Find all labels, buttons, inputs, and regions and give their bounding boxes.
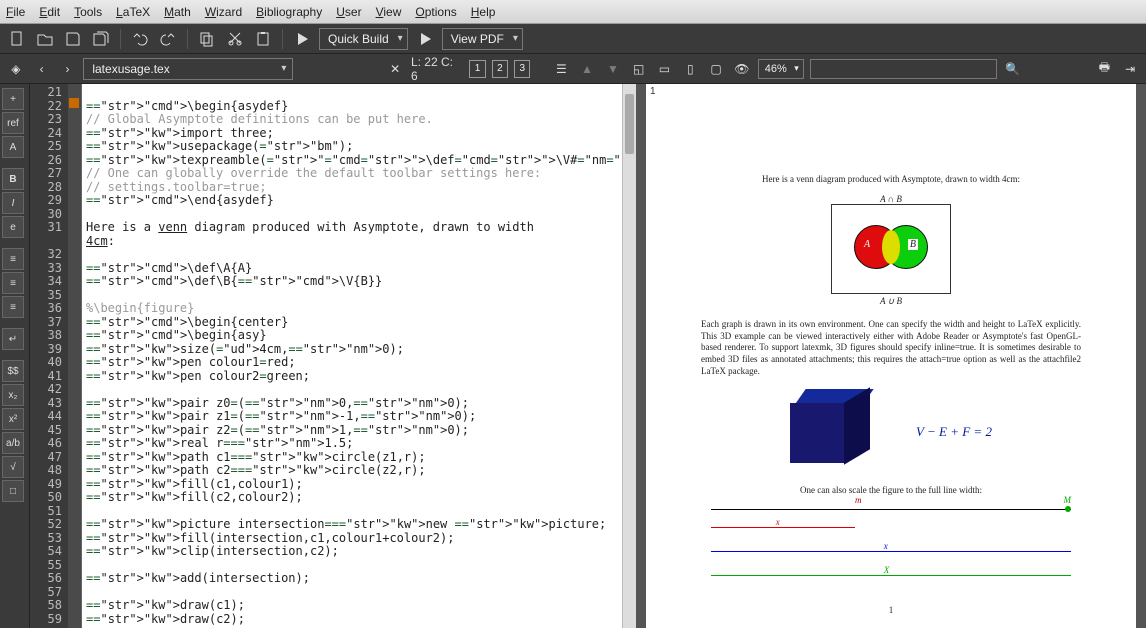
part-button[interactable]: + xyxy=(2,88,24,110)
arrow-black: m M xyxy=(711,501,1071,519)
fitpage-icon[interactable]: ▯ xyxy=(680,58,700,80)
actual-icon[interactable]: ▢ xyxy=(706,58,726,80)
menu-math[interactable]: Math xyxy=(164,5,191,19)
paste-icon[interactable] xyxy=(252,28,274,50)
bookmark-icon[interactable]: ◈ xyxy=(6,58,26,80)
venn-diagram: A B xyxy=(831,204,951,294)
menu-file[interactable]: File xyxy=(6,5,25,19)
center-button[interactable]: ≡ xyxy=(2,272,24,294)
next-icon[interactable]: › xyxy=(58,58,78,80)
format-sidebar: + ref A B I e ≡ ≡ ≡ ↵ $$ x₂ x² a/b √ □ xyxy=(0,84,30,628)
right-align-button[interactable]: ≡ xyxy=(2,296,24,318)
page2-button[interactable]: 2 xyxy=(492,60,508,78)
arrow-green: X xyxy=(711,567,1071,585)
save-all-icon[interactable] xyxy=(90,28,112,50)
code-area[interactable]: =="str">"cmd">\begin{asydef}// Global As… xyxy=(82,84,622,628)
arrow-red: x xyxy=(711,519,1071,537)
copy-icon[interactable] xyxy=(196,28,218,50)
venn-top-label: A ∩ B xyxy=(701,194,1081,204)
redo-icon[interactable] xyxy=(157,28,179,50)
search-icon[interactable]: 🔍 xyxy=(1003,58,1023,80)
open-file-icon[interactable] xyxy=(34,28,56,50)
sup-button[interactable]: x² xyxy=(2,408,24,430)
navigation-bar: ◈ ‹ › latexusage.tex ✕ L: 22 C: 6 1 2 3 … xyxy=(0,54,1146,84)
math-button[interactable]: $$ xyxy=(2,360,24,382)
save-icon[interactable] xyxy=(62,28,84,50)
pdf-pagenum: 1 xyxy=(701,605,1081,615)
bold-button[interactable]: B xyxy=(2,168,24,190)
cut-icon[interactable] xyxy=(224,28,246,50)
close-icon[interactable]: ✕ xyxy=(385,58,405,80)
menu-bibliography[interactable]: Bibliography xyxy=(256,5,322,19)
fit-icon[interactable]: ◱ xyxy=(629,58,649,80)
view-icon[interactable] xyxy=(414,28,436,50)
venn-bot-label: A ∪ B xyxy=(701,296,1081,307)
sub-button[interactable]: x₂ xyxy=(2,384,24,406)
down-icon[interactable]: ▼ xyxy=(603,58,623,80)
pdf-scale-text: One can also scale the figure to the ful… xyxy=(701,485,1081,495)
sqrt-button[interactable]: √ xyxy=(2,456,24,478)
list-icon[interactable]: ☰ xyxy=(551,58,571,80)
menu-latex[interactable]: LaTeX xyxy=(116,5,150,19)
print-icon[interactable]: 🖶 xyxy=(1095,58,1115,80)
menu-options[interactable]: Options xyxy=(415,5,456,19)
line-number-gutter: 2122232425262728293031323334353637383940… xyxy=(30,84,68,628)
env-button[interactable]: □ xyxy=(2,480,24,502)
search-input[interactable] xyxy=(810,59,997,79)
ref-button[interactable]: A xyxy=(2,136,24,158)
run-icon[interactable] xyxy=(291,28,313,50)
menu-view[interactable]: View xyxy=(376,5,402,19)
pdf-top-text: Here is a venn diagram produced with Asy… xyxy=(701,174,1081,184)
view-combo[interactable]: View PDF xyxy=(442,28,523,50)
fold-gutter xyxy=(68,84,82,628)
emph-button[interactable]: e xyxy=(2,216,24,238)
new-file-icon[interactable] xyxy=(6,28,28,50)
scrollbar-thumb[interactable] xyxy=(625,94,634,154)
page1-button[interactable]: 1 xyxy=(469,60,485,78)
prev-icon[interactable]: ‹ xyxy=(32,58,52,80)
zoom-combo[interactable]: 46% xyxy=(758,59,804,79)
config-icon[interactable]: ⇥ xyxy=(1120,58,1140,80)
code-editor[interactable]: 2122232425262728293031323334353637383940… xyxy=(30,84,636,628)
label-button[interactable]: ref xyxy=(2,112,24,134)
menu-bar: File Edit Tools LaTeX Math Wizard Biblio… xyxy=(0,0,1146,24)
fitwidth-icon[interactable]: ▭ xyxy=(655,58,675,80)
pdf-paragraph: Each graph is drawn in its own environme… xyxy=(701,319,1081,377)
arrow-blue: x xyxy=(711,543,1071,561)
menu-tools[interactable]: Tools xyxy=(74,5,102,19)
menu-edit[interactable]: Edit xyxy=(39,5,60,19)
left-align-button[interactable]: ≡ xyxy=(2,248,24,270)
cube-figure xyxy=(790,389,876,475)
undo-icon[interactable] xyxy=(129,28,151,50)
editor-scrollbar[interactable] xyxy=(622,84,636,628)
italic-button[interactable]: I xyxy=(2,192,24,214)
menu-user[interactable]: User xyxy=(336,5,361,19)
page3-button[interactable]: 3 xyxy=(514,60,530,78)
pdf-page: 1 Here is a venn diagram produced with A… xyxy=(646,84,1136,628)
pdf-preview[interactable]: 1 Here is a venn diagram produced with A… xyxy=(636,84,1146,628)
up-icon[interactable]: ▲ xyxy=(577,58,597,80)
eye-icon[interactable]: 👁 xyxy=(732,58,752,80)
newline-button[interactable]: ↵ xyxy=(2,328,24,350)
file-selector[interactable]: latexusage.tex xyxy=(83,58,293,80)
euler-formula: V − E + F = 2 xyxy=(916,424,992,440)
main-toolbar: Quick Build View PDF xyxy=(0,24,1146,54)
frac-button[interactable]: a/b xyxy=(2,432,24,454)
menu-wizard[interactable]: Wizard xyxy=(205,5,242,19)
build-combo[interactable]: Quick Build xyxy=(319,28,408,50)
cursor-position: L: 22 C: 6 xyxy=(411,55,457,83)
menu-help[interactable]: Help xyxy=(471,5,496,19)
